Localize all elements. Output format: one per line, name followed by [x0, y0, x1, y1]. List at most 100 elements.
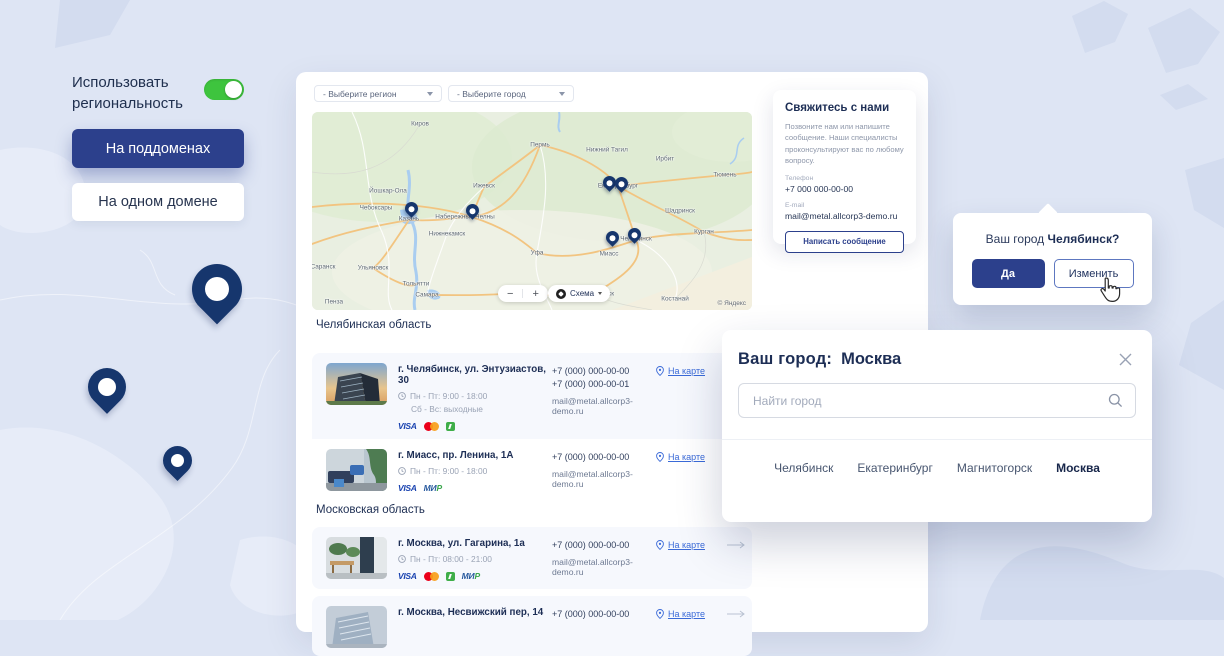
- map-copyright: © Яндекс: [718, 300, 746, 307]
- modal-current-city: Москва: [841, 350, 901, 369]
- decorative-map-pin-small: [163, 446, 192, 475]
- office-hours: Пн - Пт: 9:00 - 18:00: [410, 391, 487, 401]
- show-on-map-link[interactable]: На карте: [656, 609, 726, 619]
- region-section-title: Московская область: [316, 504, 425, 516]
- map-city-label: Нижний Тагил: [586, 147, 628, 154]
- region-select[interactable]: - Выберите регион: [314, 85, 442, 102]
- office-hours: Пн - Пт: 9:00 - 18:00: [410, 466, 487, 476]
- map-city-label: Пенза: [325, 299, 343, 306]
- contact-us-card: Свяжитесь с нами Позвоните нам или напиш…: [773, 90, 916, 244]
- office-photo: [326, 606, 387, 648]
- map-city-label: Казань: [399, 216, 420, 223]
- zoom-out-button[interactable]: −: [507, 288, 513, 300]
- map-city-label: Чебоксары: [360, 205, 393, 212]
- office-photo: [326, 363, 387, 405]
- office-list-card: г. Москва, Несвижский пер, 14 +7 (000) 0…: [312, 596, 752, 656]
- office-row[interactable]: г. Челябинск, ул. Энтузиастов, 30 Пн - П…: [312, 353, 752, 439]
- office-email: mail@metal.allcorp3-demo.ru: [552, 469, 656, 489]
- contact-email: mail@metal.allcorp3-demo.ru: [785, 211, 904, 221]
- show-on-map-link[interactable]: На карте: [656, 540, 726, 550]
- location-pin-icon: [656, 452, 664, 462]
- map-layer-control[interactable]: Схема: [548, 285, 610, 302]
- city-question-prefix: Ваш город: [986, 232, 1045, 246]
- close-icon[interactable]: [1117, 351, 1134, 368]
- city-search-input[interactable]: [751, 393, 1108, 409]
- city-option-magnitogorsk[interactable]: Магнитогорск: [957, 461, 1032, 475]
- change-city-button[interactable]: Изменить: [1054, 259, 1134, 288]
- map-city-label: Набережные Челны: [435, 214, 495, 221]
- subdomains-mode-button[interactable]: На поддоменах: [72, 129, 244, 168]
- office-list-card: г. Москва, ул. Гагарина, 1а Пн - Пт: 08:…: [312, 527, 752, 589]
- city-select[interactable]: - Выберите город: [448, 85, 574, 102]
- sbp-icon: [446, 572, 455, 581]
- clock-icon: [398, 555, 406, 563]
- map-city-label: Киров: [411, 121, 429, 128]
- visa-icon: VISA: [398, 571, 417, 581]
- map-city-label: Пермь: [530, 142, 549, 149]
- chevron-down-icon: [598, 292, 602, 295]
- email-label: E-mail: [785, 202, 904, 209]
- zoom-in-button[interactable]: +: [532, 288, 538, 300]
- inner-map-overlay: КировПермьНижний ТагилЕкатеринбургТюмень…: [312, 112, 752, 310]
- map-city-label: Йошкар-Ола: [369, 188, 407, 195]
- city-option-chelyabinsk[interactable]: Челябинск: [774, 461, 833, 475]
- map-city-label: Ижевск: [473, 183, 495, 190]
- chevron-down-icon: [559, 92, 565, 96]
- single-domain-mode-button[interactable]: На одном домене: [72, 183, 244, 221]
- mastercard-icon: [424, 422, 439, 431]
- search-icon[interactable]: [1108, 393, 1123, 408]
- city-question-city: Челябинск?: [1048, 232, 1120, 246]
- office-photo: [326, 537, 387, 579]
- office-address: г. Москва, ул. Гагарина, 1а: [398, 538, 552, 549]
- toggle-knob: [225, 81, 242, 98]
- office-photo: [326, 449, 387, 491]
- map-city-label: Самара: [415, 292, 438, 299]
- city-option-moscow[interactable]: Москва: [1056, 461, 1100, 475]
- map-city-label: Нижнекамск: [429, 231, 465, 238]
- map-city-label: Шадринск: [665, 208, 695, 215]
- map-location-pin[interactable]: [603, 228, 621, 246]
- office-email: mail@metal.allcorp3-demo.ru: [552, 396, 656, 416]
- office-hours: Пн - Пт: 08:00 - 21:00: [410, 554, 492, 564]
- contact-card-title: Свяжитесь с нами: [785, 102, 904, 114]
- location-pin-icon: [656, 366, 664, 376]
- office-phone: +7 (000) 000-00-00: [552, 609, 656, 619]
- region-section-title: Челябинская область: [316, 319, 431, 331]
- chevron-down-icon: [427, 92, 433, 96]
- office-row[interactable]: г. Москва, Несвижский пер, 14 +7 (000) 0…: [312, 596, 752, 656]
- office-phone: +7 (000) 000-00-01: [552, 379, 656, 389]
- map-location-pin[interactable]: [612, 174, 630, 192]
- decorative-map-pin-medium: [88, 368, 126, 406]
- visa-icon: VISA: [398, 421, 417, 431]
- clock-icon: [398, 392, 406, 400]
- office-phone: +7 (000) 000-00-00: [552, 540, 656, 550]
- office-email: mail@metal.allcorp3-demo.ru: [552, 557, 656, 577]
- map-city-label: Ульяновск: [358, 265, 389, 272]
- city-option-ekaterinburg[interactable]: Екатеринбург: [857, 461, 933, 475]
- map-city-label: Ирбит: [656, 156, 674, 163]
- map-city-label: Курган: [694, 229, 714, 236]
- show-on-map-link[interactable]: На карте: [656, 366, 726, 376]
- clock-icon: [398, 467, 406, 475]
- map-zoom-control[interactable]: − +: [498, 285, 548, 302]
- office-phone: +7 (000) 000-00-00: [552, 366, 656, 376]
- show-on-map-link[interactable]: На карте: [656, 452, 726, 462]
- office-hours-weekend: Сб - Вс: выходные: [411, 404, 552, 414]
- map-city-label: Миасс: [600, 251, 619, 258]
- arrow-right-icon[interactable]: [726, 610, 746, 618]
- arrow-right-icon[interactable]: [726, 541, 746, 549]
- map-city-label: Тольятти: [403, 281, 430, 288]
- city-search-box: [738, 383, 1136, 418]
- offices-map[interactable]: КировПермьНижний ТагилЕкатеринбургТюмень…: [312, 112, 752, 310]
- office-list-card: г. Челябинск, ул. Энтузиастов, 30 Пн - П…: [312, 353, 752, 501]
- office-row[interactable]: г. Москва, ул. Гагарина, 1а Пн - Пт: 08:…: [312, 527, 752, 589]
- office-address: г. Челябинск, ул. Энтузиастов, 30: [398, 364, 552, 386]
- office-row[interactable]: г. Миасс, пр. Ленина, 1А Пн - Пт: 9:00 -…: [312, 439, 752, 501]
- confirm-city-button[interactable]: Да: [972, 259, 1045, 288]
- regionality-toggle[interactable]: [204, 79, 244, 100]
- write-message-button[interactable]: Написать сообщение: [785, 231, 904, 253]
- contact-card-text: Позвоните нам или напишите сообщение. На…: [785, 121, 904, 167]
- city-select-modal: Ваш город: Москва Челябинск Екатеринбург…: [722, 330, 1152, 522]
- map-city-label: Саранск: [312, 264, 335, 271]
- office-address: г. Миасс, пр. Ленина, 1А: [398, 450, 552, 461]
